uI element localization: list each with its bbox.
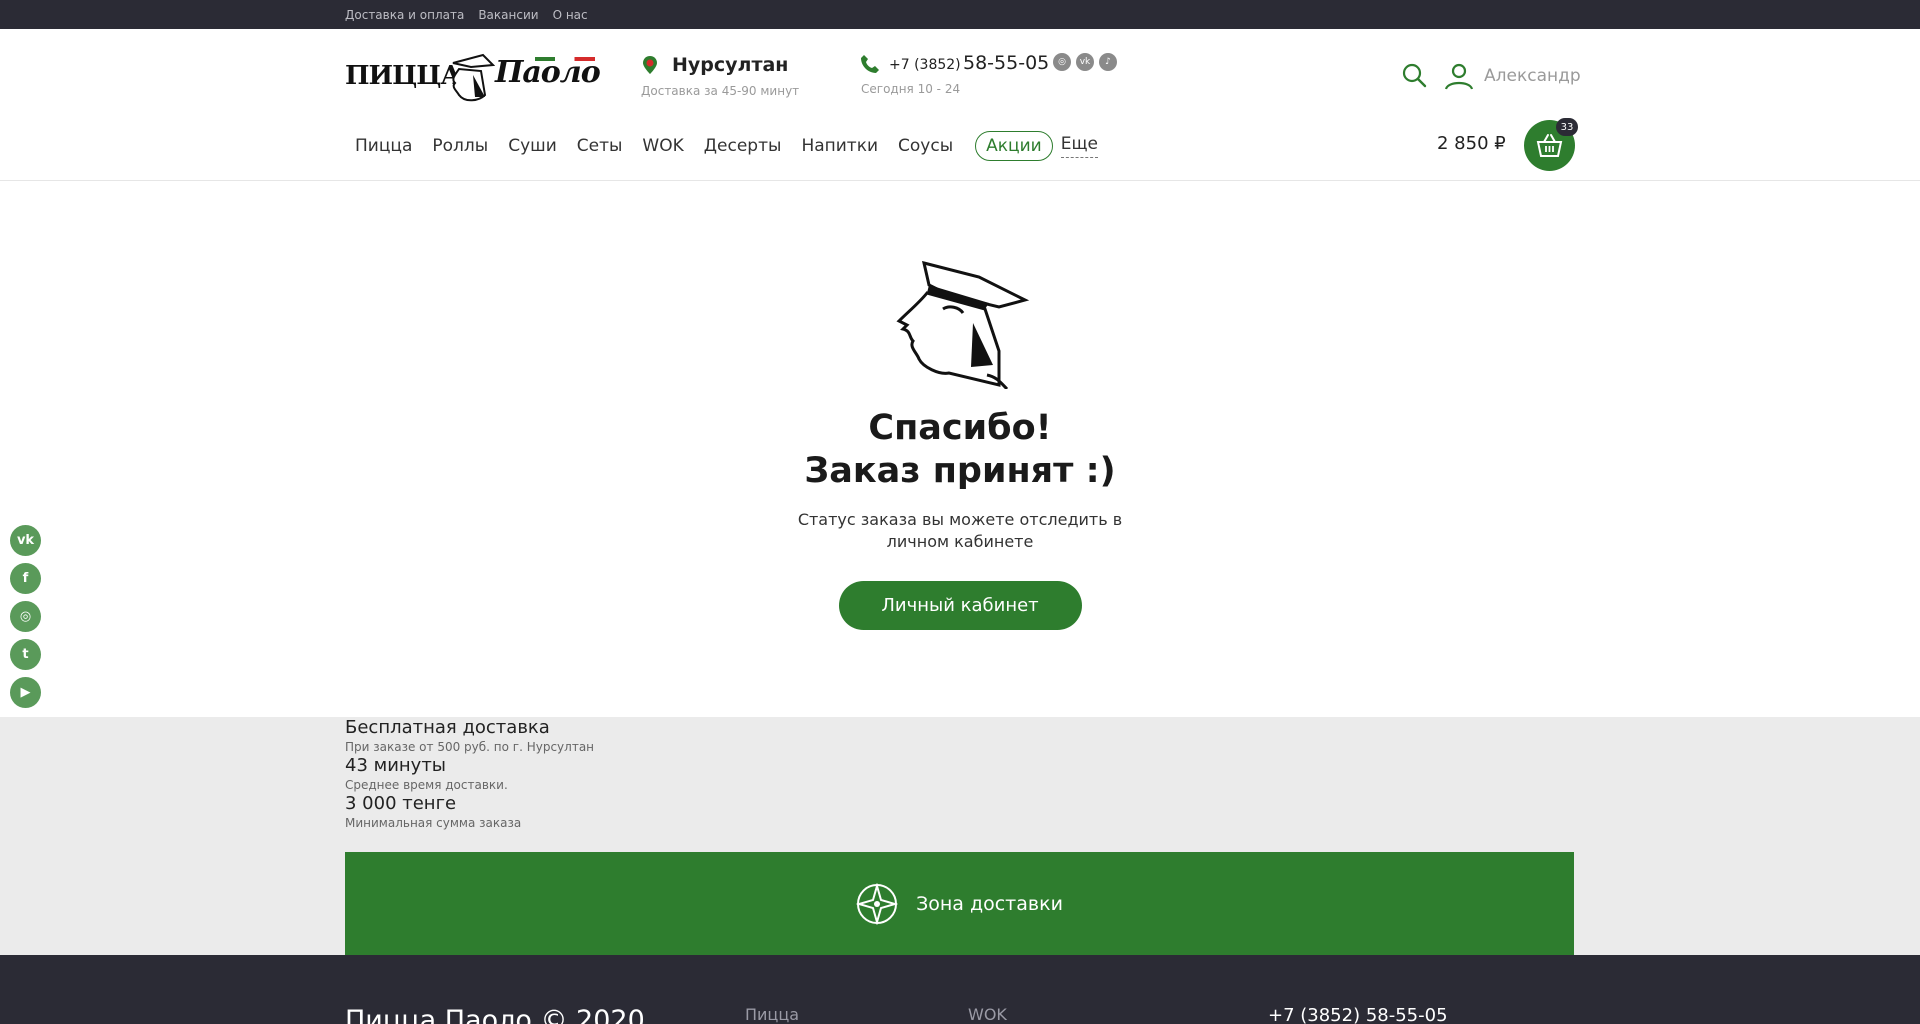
thanks-title: Спасибо! Заказ принят :) [0, 407, 1920, 493]
footer-link-wok[interactable]: WOK [968, 1005, 1007, 1024]
nav-item-wok[interactable]: WOK [632, 136, 693, 156]
delivery-zone-button[interactable]: Зона доставки [345, 852, 1574, 955]
user-icon [1444, 63, 1474, 90]
about-link[interactable]: О нас [553, 8, 588, 22]
user-account[interactable]: Александр [1444, 62, 1581, 90]
cart-button[interactable]: 33 [1524, 118, 1578, 171]
tiktok-icon[interactable]: ♪ [1099, 53, 1117, 71]
min-order-value: 3 000 тенге [345, 793, 457, 814]
footer-copyright: Пицца Паоло © 2020 [345, 1005, 645, 1024]
vk-icon[interactable]: vk [1076, 53, 1094, 71]
free-delivery-title: Бесплатная доставка [345, 717, 550, 738]
delivery-payment-link[interactable]: Доставка и оплата [345, 8, 464, 22]
avg-time-value: 43 минуты [345, 755, 447, 776]
youtube-icon[interactable]: ▶ [10, 677, 41, 708]
phone-prefix[interactable]: +7 (3852) [889, 57, 961, 73]
nav-item-sauces[interactable]: Соусы [888, 136, 963, 156]
order-confirmation: Спасибо! Заказ принят :) Статус заказа в… [0, 255, 1920, 630]
nav-item-sets[interactable]: Сеты [567, 136, 633, 156]
nav-item-promo[interactable]: Акции [975, 131, 1053, 161]
footer-phone[interactable]: +7 (3852) 58-55-05 [1268, 1005, 1448, 1024]
logo-flag [535, 57, 595, 61]
logo[interactable]: ПИЦЦА Паоло [345, 49, 605, 104]
chef-mascot-icon [896, 260, 1030, 389]
phone-number[interactable]: 58-55-05 [963, 52, 1049, 74]
nav-item-sushi[interactable]: Суши [498, 136, 567, 156]
top-bar: Доставка и оплата Вакансии О нас [0, 0, 1920, 29]
working-hours: Сегодня 10 - 24 [861, 82, 961, 96]
user-name: Александр [1484, 66, 1581, 86]
footer-link-pizza[interactable]: Пицца [745, 1005, 799, 1024]
delivery-info: Бесплатная доставка При заказе от 500 ру… [0, 717, 1920, 955]
nav-item-desserts[interactable]: Десерты [694, 136, 792, 156]
thanks-title-line1: Спасибо! [868, 408, 1052, 448]
header: ПИЦЦА Паоло Нурсултан Доставка за 45-90 … [0, 29, 1920, 181]
thanks-subtitle: Статус заказа вы можете отследить в личн… [797, 510, 1123, 551]
personal-account-button[interactable]: Личный кабинет [838, 581, 1082, 630]
cart-count-badge: 33 [1556, 118, 1578, 136]
delivery-facts: Бесплатная доставка При заказе от 500 ру… [345, 717, 594, 831]
logo-mascot-icon [452, 53, 495, 102]
nav-item-more[interactable]: Еще [1060, 134, 1098, 158]
twitter-icon[interactable]: t [10, 639, 41, 670]
vacancies-link[interactable]: Вакансии [478, 8, 538, 22]
free-delivery-note: При заказе от 500 руб. по г. Нурсултан [345, 740, 595, 754]
nav-item-rolls[interactable]: Роллы [422, 136, 498, 156]
delivery-time-note: Доставка за 45-90 минут [641, 84, 800, 98]
city-name: Нурсултан [672, 54, 789, 76]
search-icon[interactable] [1401, 62, 1427, 88]
top-links: Доставка и оплата Вакансии О нас [345, 8, 588, 22]
basket-icon [1536, 134, 1563, 157]
min-order-note: Минимальная сумма заказа [345, 816, 522, 830]
instagram-icon[interactable]: ◎ [1053, 53, 1071, 71]
nav-item-drinks[interactable]: Напитки [791, 136, 888, 156]
location-pin-icon [643, 56, 657, 74]
cart-total: 2 850 ₽ [1437, 133, 1506, 154]
compass-icon [856, 882, 899, 925]
footer: Пицца Паоло © 2020 Пицца WOK +7 (3852) 5… [0, 955, 1920, 1024]
header-socials: ◎ vk ♪ [1053, 53, 1117, 71]
logo-word-pizza: ПИЦЦА [345, 61, 462, 91]
category-nav: Пицца Роллы Суши Сеты WOK Десерты Напитк… [345, 131, 1098, 161]
nav-item-pizza[interactable]: Пицца [345, 136, 422, 156]
phone-icon [861, 55, 879, 73]
thanks-title-line2: Заказ принят :) [804, 451, 1116, 491]
delivery-zone-label: Зона доставки [916, 892, 1063, 915]
avg-time-note: Среднее время доставки. [345, 778, 508, 792]
